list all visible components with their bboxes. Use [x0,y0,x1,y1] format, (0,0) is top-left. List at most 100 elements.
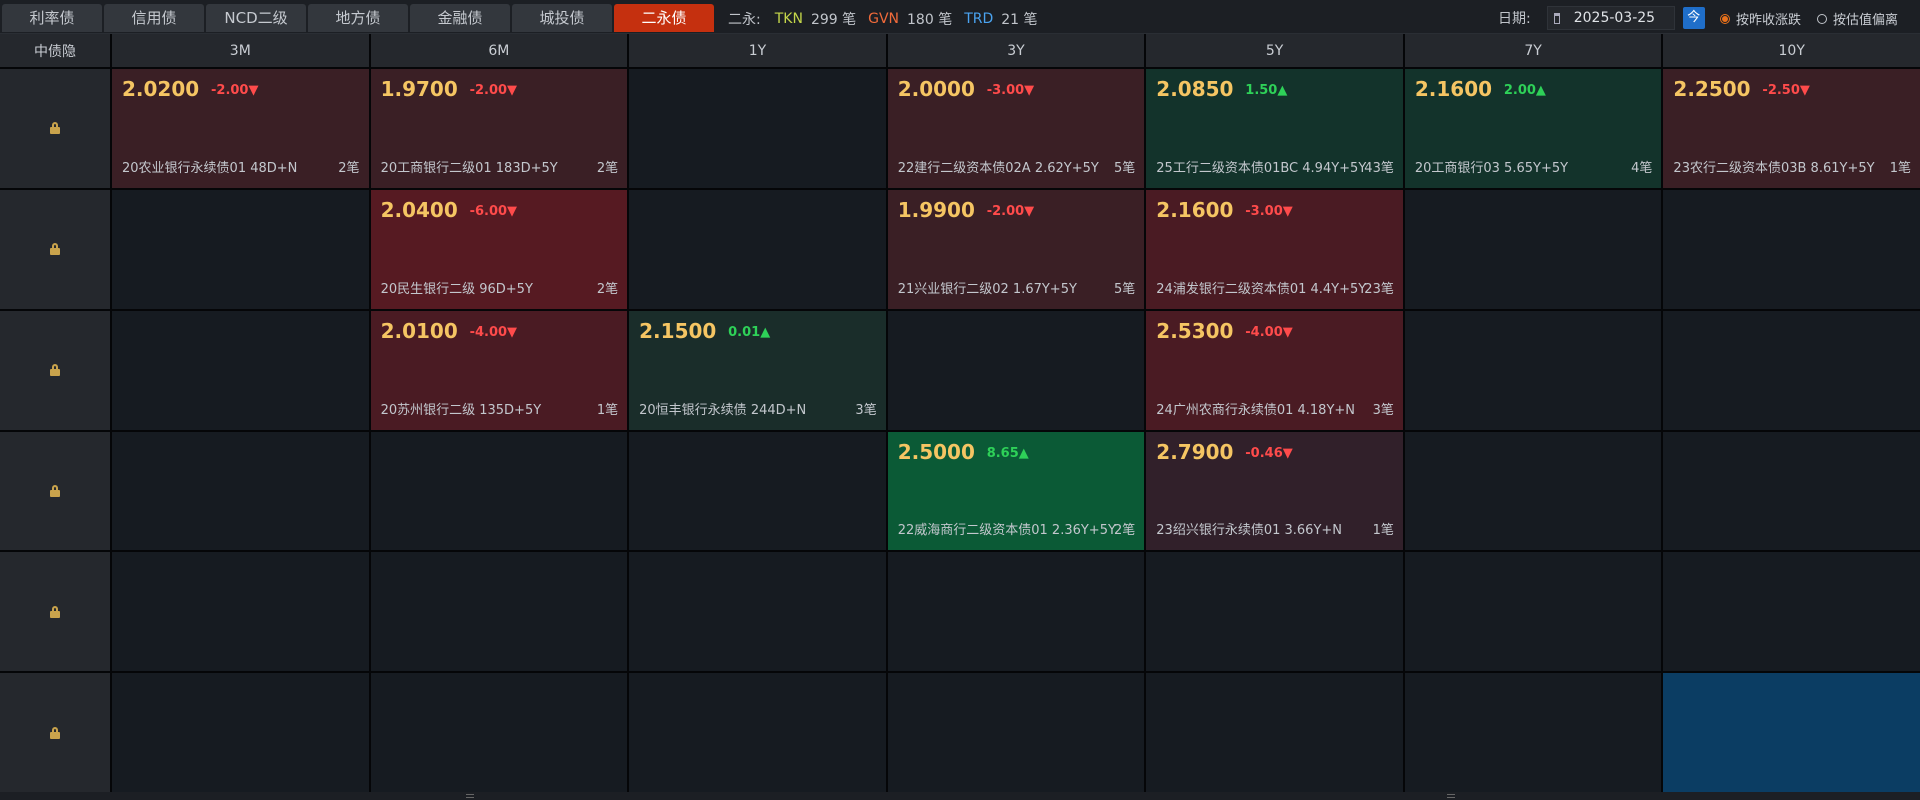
empty-cell[interactable] [887,552,1145,672]
empty-cell[interactable] [1146,552,1403,672]
tab-4[interactable]: 金融债 [410,4,510,32]
quote-cell[interactable]: 2.1600 2.00▲ 20工商银行03 5.65Y+5Y 4笔 [1404,69,1662,188]
radio-label: 按估值偏离 [1833,13,1899,28]
trade-count: 3笔 [1372,402,1394,418]
empty-cell[interactable] [887,673,1145,792]
quote-change: -4.00▼ [469,324,518,340]
quote-change: -6.00▼ [469,203,518,219]
empty-cell[interactable] [112,673,369,792]
quote-price: 1.9900 [897,197,975,222]
trade-count: 1笔 [1889,160,1911,176]
selected-empty-cell[interactable] [1663,673,1920,792]
date-label: 日期: [1498,11,1531,27]
bond-name: 22建行二级资本债02A 2.62Y+5Y [897,160,1099,176]
quote-cell[interactable]: 1.9900 -2.00▼ 21兴业银行二级02 1.67Y+5Y 5笔 [887,189,1145,309]
empty-cell[interactable] [1663,310,1920,430]
empty-cell[interactable] [629,189,886,309]
empty-cell[interactable] [1663,189,1920,309]
radio-label: 按昨收涨跌 [1736,13,1802,28]
calendar-icon[interactable] [1553,12,1560,24]
tab-6[interactable]: 二永债 [614,4,714,32]
row-header[interactable] [0,69,110,188]
empty-cell[interactable] [370,552,628,672]
resize-grip-icon[interactable] [466,794,474,798]
row-header[interactable] [0,310,110,430]
tab-1[interactable]: 信用债 [104,4,204,32]
empty-cell[interactable] [629,69,886,188]
trade-count: 1笔 [596,402,619,418]
quote-cell[interactable]: 1.9700 -2.00▼ 20工商银行二级01 183D+5Y 2笔 [370,69,628,188]
resize-grip-icon[interactable] [1447,794,1455,798]
row-header[interactable] [0,431,110,551]
empty-cell[interactable] [112,310,369,430]
empty-cell[interactable] [112,189,369,309]
trd-code: TRD [964,11,994,27]
quote-price: 2.1600 [1156,197,1234,222]
gvn-count: 180 笔 [907,12,953,28]
row-header[interactable] [0,552,110,672]
empty-cell[interactable] [629,552,886,672]
quote-cell[interactable]: 2.1600 -3.00▼ 24浦发银行二级资本债01 4.4Y+5Y 23笔 [1146,189,1403,309]
radio-checked-icon[interactable] [1720,13,1730,24]
lock-icon[interactable] [50,605,60,618]
empty-cell[interactable] [887,310,1145,430]
gvn-code: GVN [868,11,900,27]
empty-cell[interactable] [1404,431,1662,551]
tenor-header: 7Y [1404,34,1662,67]
tab-0[interactable]: 利率债 [2,4,102,32]
today-button[interactable]: 今 [1682,7,1705,29]
empty-cell[interactable] [1404,673,1662,792]
quote-cell[interactable]: 2.0850 1.50▲ 25工行二级资本债01BC 4.94Y+5Y 43笔 [1146,69,1403,188]
quote-cell[interactable]: 2.2500 -2.50▼ 23农行二级资本债03B 8.61Y+5Y 1笔 [1663,69,1920,188]
quote-cell[interactable]: 2.0100 -4.00▼ 20苏州银行二级 135D+5Y 1笔 [370,310,628,430]
bond-name: 20苏州银行二级 135D+5Y [380,402,542,418]
quote-cell[interactable]: 2.0400 -6.00▼ 20民生银行二级 96D+5Y 2笔 [370,189,628,309]
trade-count: 23笔 [1364,281,1394,297]
lock-icon[interactable] [50,484,60,497]
lock-icon[interactable] [50,122,60,135]
empty-cell[interactable] [1663,431,1920,551]
quote-cell[interactable]: 2.0000 -3.00▼ 22建行二级资本债02A 2.62Y+5Y 5笔 [887,69,1145,188]
tkn-count: 299 笔 [810,12,857,28]
empty-cell[interactable] [1404,552,1662,672]
radio-unchecked-icon[interactable] [1817,13,1828,24]
empty-cell[interactable] [370,673,628,792]
rowheader-column-header: 中债隐 [0,34,110,67]
empty-cell[interactable] [370,431,628,551]
quote-price: 2.0400 [380,197,458,222]
quote-cell[interactable]: 2.5300 -4.00▼ 24广州农商行永续债01 4.18Y+N 3笔 [1146,310,1403,430]
quote-cell[interactable]: 2.0200 -2.00▼ 20农业银行永续债01 48D+N 2笔 [112,69,369,188]
trade-count: 43笔 [1364,160,1394,176]
tab-2[interactable]: NCD二级 [206,4,306,32]
tenor-header: 3Y [887,34,1145,67]
quote-change: -3.00▼ [986,83,1035,98]
empty-cell[interactable] [112,431,369,551]
lock-icon[interactable] [50,364,60,377]
empty-cell[interactable] [1663,552,1920,672]
date-input[interactable] [1571,9,1666,27]
bottom-splitter[interactable] [0,792,1920,800]
lock-icon[interactable] [50,726,60,739]
trade-count: 3笔 [855,402,877,418]
date-field[interactable] [1546,6,1675,30]
tenor-header: 1Y [629,34,886,67]
quote-cell[interactable]: 2.1500 0.01▲ 20恒丰银行永续债 244D+N 3笔 [629,310,886,430]
quote-cell[interactable]: 2.7900 -0.46▼ 23绍兴银行永续债01 3.66Y+N 1笔 [1146,431,1403,551]
row-header[interactable] [0,189,110,309]
radio-by-valuation[interactable]: 按估值偏离 [1817,9,1898,28]
empty-cell[interactable] [629,431,886,551]
empty-cell[interactable] [112,552,369,672]
empty-cell[interactable] [629,673,886,792]
empty-cell[interactable] [1404,310,1662,430]
lock-icon[interactable] [50,243,60,256]
row-header[interactable] [0,673,110,792]
tab-3[interactable]: 地方债 [308,4,408,32]
quote-cell[interactable]: 2.5000 8.65▲ 22威海商行二级资本债01 2.36Y+5Y 2笔 [887,431,1145,551]
radio-by-prev-close[interactable]: 按昨收涨跌 [1720,9,1801,28]
bond-name: 20农业银行永续债01 48D+N [122,160,298,176]
date-picker: 日期: 今 [1498,6,1705,30]
bond-name: 24广州农商行永续债01 4.18Y+N [1156,402,1356,418]
empty-cell[interactable] [1146,673,1403,792]
tab-5[interactable]: 城投债 [512,4,612,32]
empty-cell[interactable] [1404,189,1662,309]
